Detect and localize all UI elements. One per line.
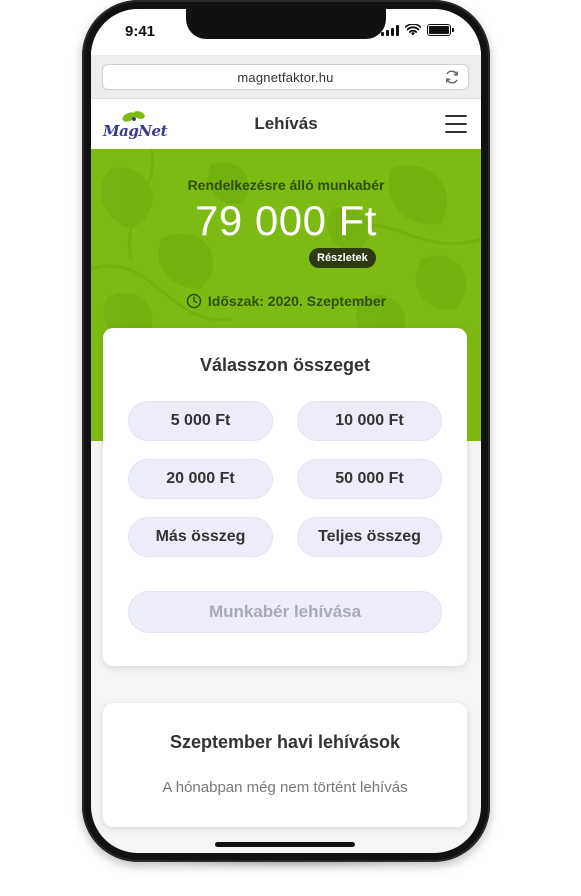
withdraw-wage-button[interactable]: Munkabér lehívása	[128, 591, 442, 633]
home-indicator[interactable]	[215, 842, 355, 847]
browser-toolbar: magnetfaktor.hu	[91, 55, 481, 99]
hamburger-menu-icon[interactable]	[445, 115, 467, 133]
notch	[186, 9, 386, 39]
phone-frame: 9:41 magnetfaktor.hu MagNet Lehívás Rend…	[82, 0, 490, 862]
amount-option-5000[interactable]: 5 000 Ft	[128, 401, 273, 441]
reload-icon[interactable]	[444, 69, 460, 85]
amount-option-10000[interactable]: 10 000 Ft	[297, 401, 442, 441]
status-icons	[381, 24, 454, 36]
history-empty-message: A hónabpan még nem történt lehívás	[162, 779, 408, 796]
amount-select-title: Válasszon összeget	[199, 355, 371, 375]
amount-option-20000[interactable]: 20 000 Ft	[128, 459, 273, 499]
status-time: 9:41	[125, 23, 156, 40]
available-wage-label: Rendelkezésre álló munkabér	[187, 177, 385, 193]
amount-option-full[interactable]: Teljes összeg	[297, 517, 442, 557]
clock-icon	[186, 293, 202, 309]
amount-option-other[interactable]: Más összeg	[128, 517, 273, 557]
address-bar[interactable]: magnetfaktor.hu	[102, 64, 469, 90]
amount-option-50000[interactable]: 50 000 Ft	[297, 459, 442, 499]
details-button[interactable]: Részletek	[309, 248, 376, 268]
url-text: magnetfaktor.hu	[237, 69, 334, 85]
period-text: Időszak: 2020. Szeptember	[207, 293, 387, 309]
history-title: Szeptember havi lehívások	[169, 732, 401, 752]
battery-icon	[427, 24, 454, 36]
page-title: Lehívás	[254, 114, 318, 133]
amount-select-card: Válasszon összeget 5 000 Ft 10 000 Ft 20…	[103, 328, 467, 666]
phone-screen: 9:41 magnetfaktor.hu MagNet Lehívás Rend…	[91, 9, 481, 853]
period-row: Időszak: 2020. Szeptember	[91, 293, 481, 309]
withdrawal-history-card: Szeptember havi lehívások A hónabpan még…	[103, 703, 467, 827]
wifi-icon	[405, 24, 421, 36]
app-header: MagNet Lehívás	[91, 99, 481, 149]
available-wage-amount: 79 000 Ft	[195, 197, 377, 244]
